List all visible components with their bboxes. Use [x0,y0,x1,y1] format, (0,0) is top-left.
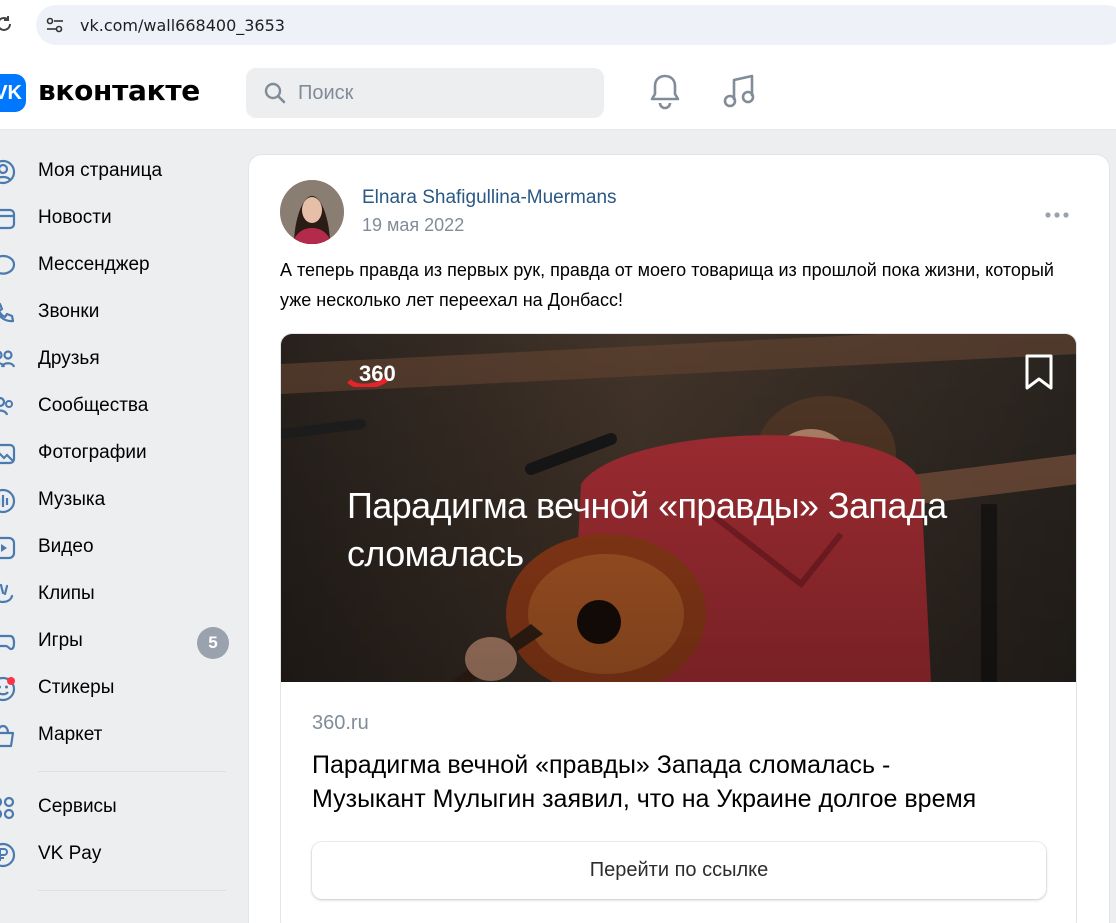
author-avatar[interactable] [280,180,344,244]
music-icon[interactable] [722,72,758,110]
video-play-icon [0,535,16,561]
sidebar-item-calls[interactable]: Звонки [0,289,240,336]
sidebar-item-label: Видео [38,536,94,557]
phone-icon [0,300,16,326]
sidebar-item-label: Игры [38,630,83,651]
sidebar-item-stickers[interactable]: Стикеры [0,665,240,712]
sidebar-item-video[interactable]: Видео [0,524,240,571]
music-bars-icon [0,488,16,514]
logo-text[interactable]: вконтакте [38,74,200,107]
link-attachment[interactable]: 360 Парадигма вечной «правды» Запада сло… [280,333,1077,923]
sidebar-item-photos[interactable]: Фотографии [0,430,240,477]
sidebar-item-communities[interactable]: Сообщества [0,383,240,430]
browser-toolbar: vk.com/wall668400_3653 [0,0,1116,50]
sidebar-divider [38,890,226,891]
sidebar-item-news[interactable]: Новости [0,195,240,242]
services-grid-icon [0,795,16,821]
sidebar-item-services[interactable]: Сервисы [0,784,240,831]
address-bar[interactable]: vk.com/wall668400_3653 [36,5,1116,45]
sidebar-nav: Моя страница Новости Мессенджер Звонки Д… [0,148,240,903]
reload-icon[interactable] [0,14,14,34]
friends-icon [0,347,16,373]
clips-icon [0,582,16,608]
sidebar-item-label: Звонки [38,301,100,322]
vk-logo-icon[interactable]: VK [0,74,26,112]
photo-icon [0,441,16,467]
brand-360-text: 360 [359,361,396,386]
sidebar-item-label: Стикеры [38,677,115,698]
sidebar-item-label: Сообщества [38,395,149,416]
post-text: А теперь правда из первых рук, правда от… [280,260,1054,310]
games-count-badge: 5 [197,627,229,659]
link-title-line: Парадигма вечной «правды» Запада сломала… [312,751,891,779]
bookmark-icon[interactable] [1021,352,1057,392]
market-bag-icon [0,723,16,749]
search-box[interactable] [246,68,604,118]
post-date[interactable]: 19 мая 2022 [362,215,464,236]
sidebar-item-friends[interactable]: Друзья [0,336,240,383]
vk-pay-icon [0,842,16,868]
preview-image-title: Парадигма вечной «правды» Запада сломала… [347,485,947,574]
search-icon [264,82,286,104]
open-link-button[interactable]: Перейти по ссылке [312,842,1046,899]
sidebar-item-vk-pay[interactable]: VK Pay [0,831,240,878]
sidebar-item-clips[interactable]: Клипы [0,571,240,618]
sidebar-item-label: Моя страница [38,160,163,181]
sidebar-item-games[interactable]: Игры 5 [0,618,240,665]
url-text[interactable]: vk.com/wall668400_3653 [80,16,285,35]
vk-header: VK вконтакте [0,50,1116,130]
sidebar-divider [38,771,226,772]
sidebar-item-label: Сервисы [38,796,117,817]
sticker-smile-icon [0,676,16,702]
search-input[interactable] [298,68,588,118]
sidebar-item-label: Фотографии [38,442,147,463]
communities-icon [0,394,16,420]
site-info-icon[interactable] [46,17,64,33]
user-circle-icon [0,159,16,185]
sidebar-item-label: VK Pay [38,843,102,864]
link-title[interactable]: Парадигма вечной «правды» Запада сломала… [312,748,1052,816]
more-options-icon[interactable] [1043,207,1073,218]
sidebar-item-music[interactable]: Музыка [0,477,240,524]
sidebar-item-my-page[interactable]: Моя страница [0,148,240,195]
link-preview-image[interactable]: 360 Парадигма вечной «правды» Запада сло… [281,334,1076,682]
sidebar-item-messenger[interactable]: Мессенджер [0,242,240,289]
brand-360-logo: 360 [347,359,415,389]
link-title-line: Музыкант Мулыгин заявил, что на Украине … [312,785,977,813]
sidebar-item-label: Мессенджер [38,254,150,275]
sidebar-item-market[interactable]: Маркет [0,712,240,759]
sidebar-item-label: Маркет [38,724,103,745]
sidebar-item-label: Клипы [38,583,95,604]
sidebar-item-label: Новости [38,207,112,228]
chat-bubble-icon [0,253,16,279]
wall-post: Elnara Shafigullina-Muermans 19 мая 2022… [248,154,1110,923]
newspaper-icon [0,206,16,232]
sidebar-item-label: Музыка [38,489,106,510]
link-domain: 360.ru [312,712,369,734]
bell-icon[interactable] [648,72,682,110]
gamepad-icon [0,629,16,655]
sidebar-item-label: Друзья [38,348,100,369]
post-author[interactable]: Elnara Shafigullina-Muermans [362,187,617,209]
